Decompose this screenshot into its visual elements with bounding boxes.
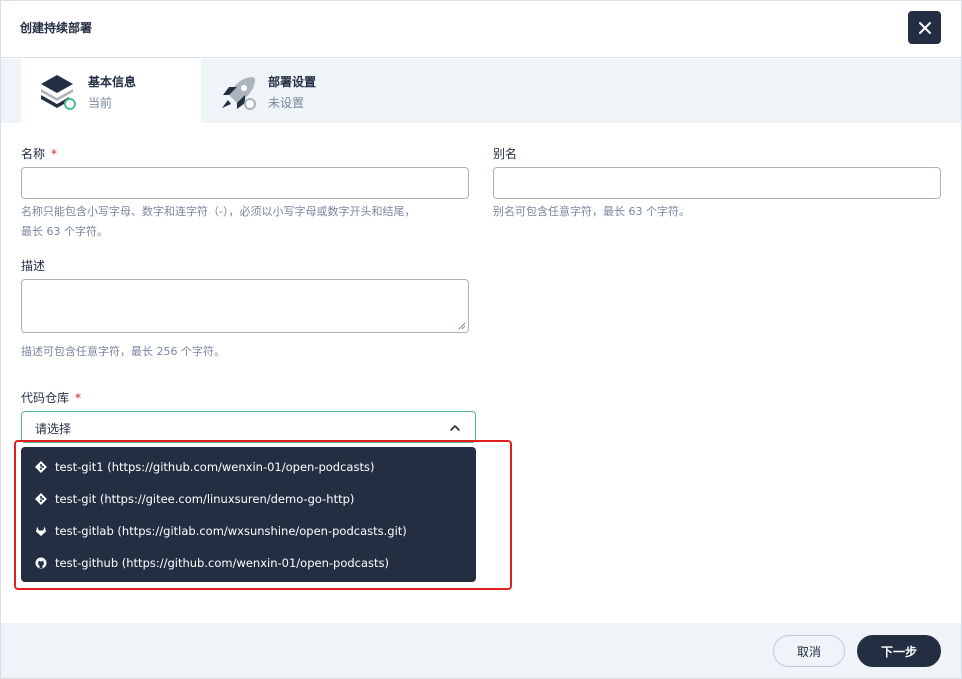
layers-icon [41,75,76,110]
name-label: 名称 * [21,145,57,162]
code-repo-label-text: 代码仓库 [21,391,70,405]
rocket-icon [222,77,256,110]
required-mark: * [51,147,58,161]
description-hint: 描述可包含任意字符，最长 256 个字符。 [21,345,225,358]
dropdown-option[interactable]: test-git1 (https://github.com/wenxin-01/… [21,451,476,483]
step-status: 当前 [88,96,113,110]
select-placeholder: 请选择 [35,422,72,436]
name-input[interactable] [21,167,469,199]
step-basic-info[interactable]: 基本信息 当前 [21,59,201,123]
github-icon [35,557,47,569]
modal-header: 创建持续部署 [1,1,961,58]
name-hint: 名称只能包含小写字母、数字和连字符（-），必须以小写字母或数字开头和结尾， 最长… [21,202,481,242]
required-mark: * [75,391,82,405]
alias-input[interactable] [493,167,941,199]
dropdown-option[interactable]: test-gitlab (https://gitlab.com/wxsunshi… [21,515,476,547]
alias-hint: 别名可包含任意字符，最长 63 个字符。 [493,205,690,218]
step-bar: 基本信息 当前 部署设置 未设置 [1,59,961,123]
code-repo-dropdown: test-git1 (https://github.com/wenxin-01/… [21,447,476,582]
step-deploy-settings[interactable]: 部署设置 未设置 [201,59,401,123]
create-cd-modal: 创建持续部署 基本信息 当前 部署设置 未设置 名称 * 名称只能包含小写字母、… [0,0,962,679]
dropdown-option[interactable]: test-git (https://gitee.com/linuxsuren/d… [21,483,476,515]
modal-footer: 取消 下一步 [1,623,961,678]
cancel-button[interactable]: 取消 [773,635,845,667]
name-hint-line: 名称只能包含小写字母、数字和连字符（-），必须以小写字母或数字开头和结尾， [21,205,416,218]
next-step-button[interactable]: 下一步 [857,635,941,667]
alias-label: 别名 [493,147,518,161]
description-textarea[interactable] [21,279,469,333]
gitlab-icon [36,526,46,536]
step-title: 基本信息 [88,75,137,89]
step-status: 未设置 [268,96,305,110]
close-icon [918,21,931,34]
name-label-text: 名称 [21,147,46,161]
git-icon [35,461,47,473]
modal-title: 创建持续部署 [20,21,93,35]
resize-handle-icon[interactable] [458,322,466,330]
name-hint-line: 最长 63 个字符。 [21,225,108,238]
code-repo-select[interactable]: 请选择 [21,411,476,443]
step-title: 部署设置 [268,75,317,89]
option-label: test-git (https://gitee.com/linuxsuren/d… [55,492,355,506]
option-label: test-github (https://github.com/wenxin-0… [55,556,389,570]
chevron-up-icon [450,425,460,431]
option-label: test-git1 (https://github.com/wenxin-01/… [55,460,375,474]
git-icon [35,493,47,505]
close-button[interactable] [908,11,941,44]
option-label: test-gitlab (https://gitlab.com/wxsunshi… [55,524,407,538]
code-repo-label: 代码仓库 * [21,389,81,406]
description-label: 描述 [21,259,46,273]
dropdown-option[interactable]: test-github (https://github.com/wenxin-0… [21,547,476,579]
